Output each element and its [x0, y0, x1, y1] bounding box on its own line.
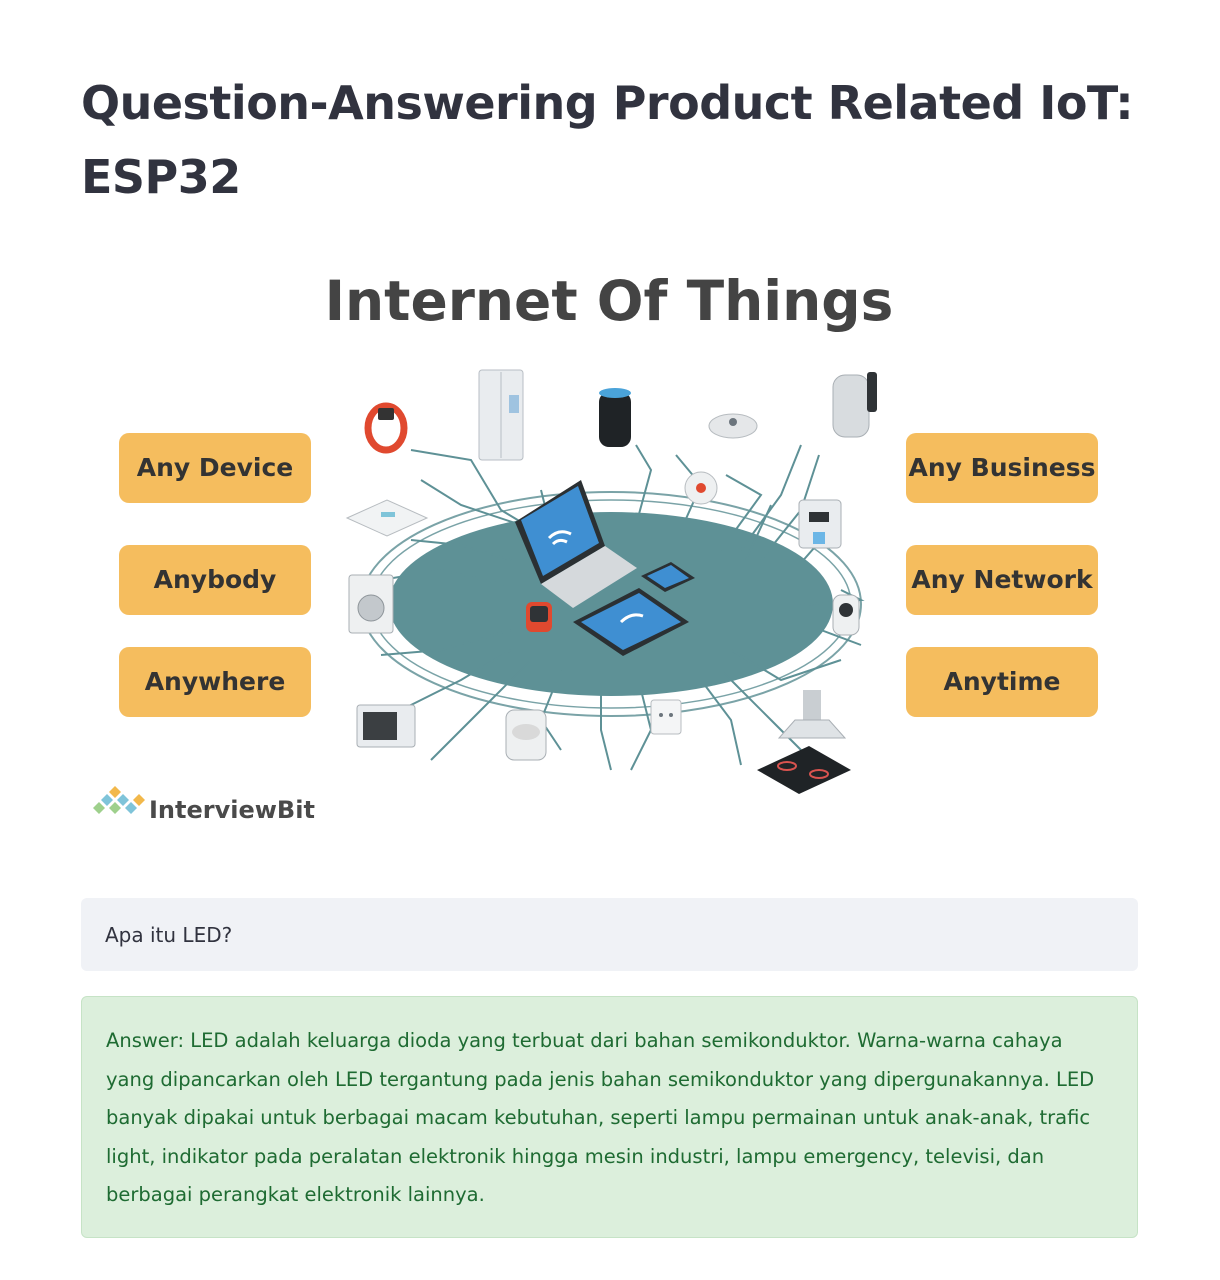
- brand-name: InterviewBit: [149, 796, 315, 824]
- refrigerator-icon: [478, 369, 524, 461]
- range-hood-icon: [777, 690, 847, 739]
- question-input[interactable]: Apa itu LED?: [81, 898, 1138, 971]
- robot-vacuum-icon: [708, 413, 758, 439]
- label-anybody: Anybody: [154, 565, 277, 594]
- rice-cooker-icon: [505, 709, 547, 761]
- page-title: Question-Answering Product Related IoT: …: [81, 76, 1134, 204]
- smoke-detector-icon: [684, 471, 718, 505]
- coffee-machine-icon: [798, 499, 842, 549]
- right-labels: Any Business Any Network Anytime: [906, 433, 1098, 717]
- fitness-band-icon: [364, 402, 408, 454]
- cooktop-icon: [757, 746, 851, 794]
- label-any-device: Any Device: [137, 453, 294, 482]
- iot-illustration: Internet Of Things Any Device Anybody An…: [93, 269, 1098, 824]
- bathroom-scale-icon: [345, 499, 429, 537]
- microwave-icon: [356, 704, 416, 748]
- smartwatch-icon: [526, 602, 552, 632]
- label-anywhere: Anywhere: [145, 667, 286, 696]
- main-content: Question-Answering Product Related IoT: …: [81, 0, 1138, 1238]
- question-text: Apa itu LED?: [105, 922, 233, 947]
- kettle-icon: [832, 372, 877, 438]
- answer-text: Answer: LED adalah keluarga dioda yang t…: [106, 1029, 1095, 1206]
- label-any-business: Any Business: [909, 453, 1096, 482]
- left-labels: Any Device Anybody Anywhere: [119, 433, 311, 717]
- smart-speaker-icon: [599, 388, 631, 447]
- security-camera-icon: [832, 594, 860, 636]
- answer-alert: Answer: LED adalah keluarga dioda yang t…: [81, 996, 1138, 1238]
- label-anytime: Anytime: [944, 667, 1061, 696]
- washing-machine-icon: [348, 574, 394, 634]
- wall-socket-icon: [650, 699, 682, 735]
- iot-figure: Internet Of Things Any Device Anybody An…: [81, 250, 1138, 850]
- figure-heading: Internet Of Things: [325, 269, 894, 333]
- label-any-network: Any Network: [911, 565, 1094, 594]
- interviewbit-logo: InterviewBit: [93, 786, 315, 824]
